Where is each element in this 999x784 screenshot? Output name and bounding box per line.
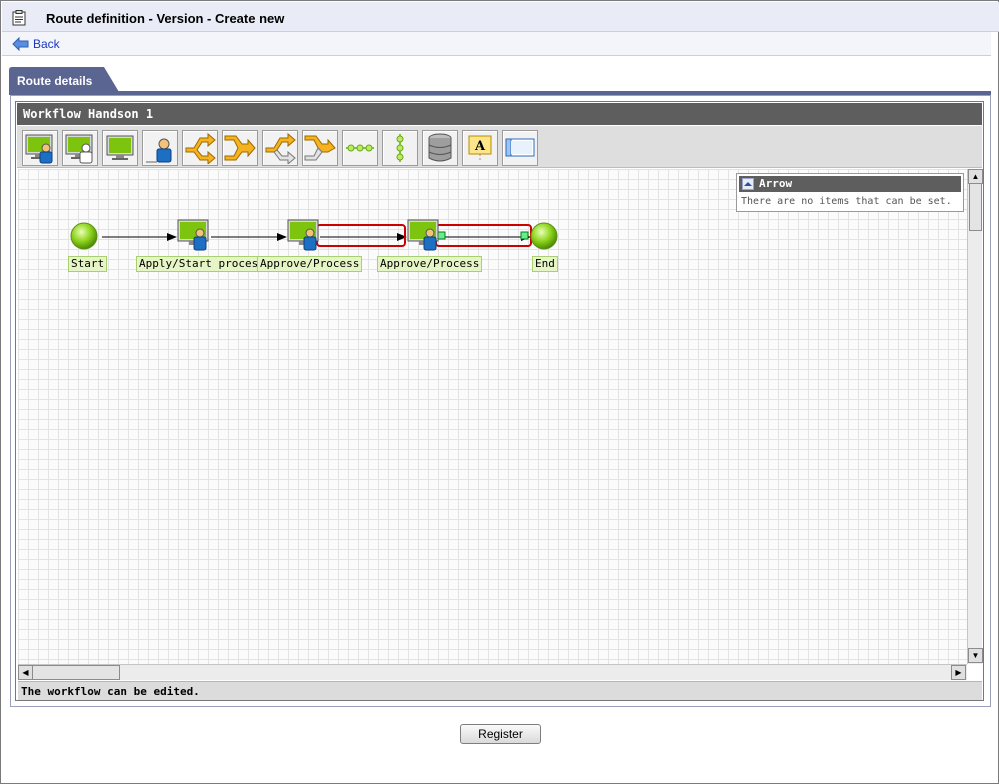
scroll-down-button[interactable]: ▼	[968, 648, 983, 663]
tab-label: Route details	[17, 74, 93, 88]
horizontal-line-icon	[346, 144, 374, 152]
tool-process-node[interactable]	[102, 130, 138, 166]
scroll-left-button[interactable]: ◀	[18, 665, 33, 680]
start-node[interactable]	[70, 222, 98, 250]
vertical-scroll-thumb[interactable]	[969, 183, 982, 231]
start-node-icon	[70, 222, 98, 250]
properties-header: Arrow	[739, 176, 961, 192]
tool-apply-node[interactable]	[22, 130, 58, 166]
vertical-line-icon	[396, 134, 404, 162]
tool-window[interactable]	[502, 130, 538, 166]
user-node-icon	[146, 138, 172, 163]
end-node[interactable]	[530, 222, 558, 250]
svg-text:A: A	[474, 139, 486, 154]
title-bar: Route definition - Version - Create new	[2, 2, 999, 32]
selection-handle[interactable]	[520, 231, 529, 240]
approve-node-icon	[407, 219, 439, 251]
approve-node[interactable]	[287, 219, 319, 251]
approve-node[interactable]	[407, 219, 439, 251]
tool-approve-node[interactable]	[62, 130, 98, 166]
node-label-start: Start	[68, 256, 108, 272]
tool-user-node[interactable]	[142, 130, 178, 166]
back-arrow-icon	[12, 37, 29, 51]
register-button[interactable]: Register	[460, 724, 541, 744]
parallel-branch-start-icon	[265, 132, 296, 164]
back-link[interactable]: Back	[12, 35, 60, 53]
node-label-end: End	[532, 256, 558, 272]
apply-node[interactable]	[177, 219, 209, 251]
horizontal-scroll-thumb[interactable]	[32, 665, 120, 680]
status-text: The workflow can be edited.	[21, 685, 200, 698]
tool-vertical-line[interactable]	[382, 130, 418, 166]
end-node-icon	[530, 222, 558, 250]
app-window: Route definition - Version - Create new …	[0, 0, 999, 784]
text-annotation-icon: A	[468, 135, 492, 162]
tab-route-details[interactable]: Route details	[9, 67, 119, 92]
parallel-branch-end-icon	[304, 135, 336, 161]
node-label-approve: Approve/Process	[257, 256, 363, 272]
database-icon	[428, 133, 452, 162]
tool-database[interactable]	[422, 130, 458, 166]
scroll-right-button[interactable]: ▶	[951, 665, 966, 680]
tool-parallel-branch-end[interactable]	[302, 130, 338, 166]
tool-parallel-branch-start[interactable]	[262, 130, 298, 166]
scroll-up-button[interactable]: ▲	[968, 169, 983, 184]
workflow-header: Workflow Handson 1	[17, 103, 982, 125]
approve-node-icon	[287, 219, 319, 251]
tool-text-annotation[interactable]: A	[462, 130, 498, 166]
tool-branch-end[interactable]	[222, 130, 258, 166]
nav-bar: Back	[2, 32, 991, 56]
properties-message: There are no items that can be set.	[741, 196, 952, 207]
approve-node-icon	[65, 134, 93, 164]
tool-horizontal-line[interactable]	[342, 130, 378, 166]
branch-start-icon	[185, 132, 216, 164]
back-link-label: Back	[33, 37, 60, 51]
selection-handle[interactable]	[437, 231, 446, 240]
page-title: Route definition - Version - Create new	[46, 11, 285, 26]
clipboard-icon	[12, 10, 26, 26]
node-label-approve: Approve/Process	[377, 256, 483, 272]
tool-branch-start[interactable]	[182, 130, 218, 166]
horizontal-scrollbar[interactable]: ◀ ▶	[18, 664, 967, 680]
workflow-editor: Workflow Handson 1 A Start Apply/Start p…	[15, 101, 984, 701]
editor-status-bar: The workflow can be edited.	[18, 681, 982, 700]
properties-title: Arrow	[759, 177, 793, 190]
workflow-canvas[interactable]: Start Apply/Start process Approve/Proces…	[18, 169, 967, 664]
vertical-scrollbar[interactable]: ▲ ▼	[967, 169, 983, 664]
apply-node-icon	[177, 219, 209, 251]
editor-toolbar: A	[17, 126, 982, 168]
workflow-diagram	[70, 219, 558, 251]
properties-panel: Arrow There are no items that can be set…	[736, 173, 964, 212]
apply-node-icon	[25, 134, 53, 164]
branch-end-icon	[224, 135, 256, 161]
selection-highlight	[316, 224, 406, 247]
process-node-icon	[106, 135, 134, 160]
collapse-icon[interactable]	[742, 178, 754, 190]
window-icon	[505, 138, 535, 157]
selection-highlight	[435, 224, 532, 247]
node-label-apply: Apply/Start process	[136, 256, 268, 272]
workflow-title: Workflow Handson 1	[23, 107, 154, 121]
